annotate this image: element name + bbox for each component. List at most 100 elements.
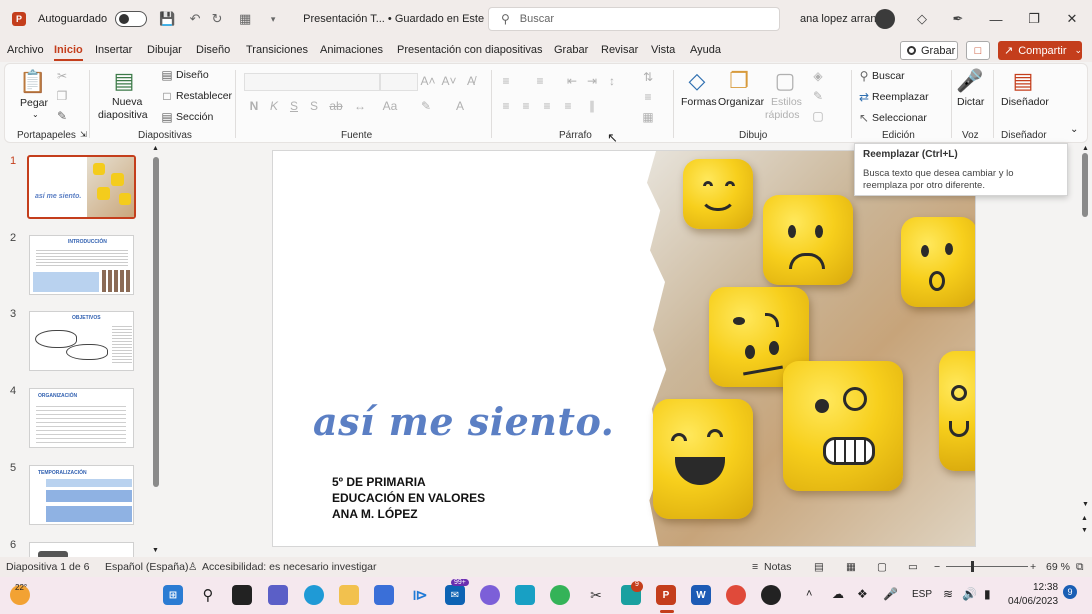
reset-label[interactable]: Restablecer <box>176 90 232 102</box>
thumbnail-slide-3[interactable]: OBJETIVOS <box>29 311 134 371</box>
decrease-indent-icon[interactable]: ⇤ <box>565 74 579 88</box>
layout-label[interactable]: Diseño <box>176 69 209 81</box>
microphone-icon[interactable]: 🎤 <box>956 67 984 95</box>
language-indicator[interactable]: Español (España) <box>105 561 188 573</box>
microphone-icon[interactable]: 🎤 <box>883 587 898 601</box>
normal-view-icon[interactable]: ▤ <box>814 561 824 573</box>
align-right-icon[interactable]: ≡ <box>540 99 554 113</box>
line-spacing-icon[interactable]: ↕ <box>605 74 619 88</box>
paste-icon[interactable]: 📋 <box>19 68 47 96</box>
thumbnail-slide-4[interactable]: ORGANIZACIÓN <box>29 388 134 448</box>
next-slide-icon[interactable]: ▼ <box>1081 527 1088 534</box>
accessibility-status[interactable]: Accesibilidad: es necesario investigar <box>202 561 377 573</box>
shadow-icon[interactable]: S <box>307 99 321 113</box>
format-painter-icon[interactable]: ✎ <box>55 109 69 123</box>
clock-date[interactable]: 04/06/2023 <box>1008 596 1058 607</box>
select-icon[interactable]: ↖ <box>857 111 871 125</box>
edge-icon[interactable] <box>304 585 324 605</box>
font-color-icon[interactable]: A <box>453 99 467 113</box>
chrome-icon[interactable] <box>726 585 746 605</box>
shapes-icon[interactable]: ◇ <box>683 67 711 95</box>
scroll-down-icon[interactable]: ▼ <box>152 547 159 554</box>
select-label[interactable]: Seleccionar <box>872 112 927 124</box>
zoom-out-icon[interactable]: − <box>934 561 940 573</box>
thumbnail-slide-6[interactable] <box>29 542 134 557</box>
zoom-in-icon[interactable]: + <box>1030 561 1036 573</box>
designer-label[interactable]: Diseñador <box>1001 96 1049 108</box>
scroll-up-icon[interactable]: ▲ <box>1082 145 1089 152</box>
underline-icon[interactable]: S <box>287 99 301 113</box>
thumbnail-slide-1[interactable]: así me siento. <box>27 155 136 219</box>
dropbox-icon[interactable]: ❖ <box>857 587 868 601</box>
justify-icon[interactable]: ≡ <box>561 99 575 113</box>
scroll-thumb[interactable] <box>153 157 159 487</box>
battery-icon[interactable]: ▮ <box>984 587 991 601</box>
align-center-icon[interactable]: ≡ <box>519 99 533 113</box>
tab-dibujar[interactable]: Dibujar <box>147 44 182 56</box>
new-slide-icon[interactable]: ▤ <box>110 67 138 95</box>
pen-icon[interactable]: ✒ <box>950 11 966 27</box>
layout-icon[interactable]: ▤ <box>161 68 173 82</box>
section-icon[interactable]: ▤ <box>161 110 173 124</box>
zoom-slider-thumb[interactable] <box>971 561 974 572</box>
slide-canvas[interactable]: así me siento. 5º DE PRIMARIA EDUCACIÓN … <box>272 150 976 547</box>
shape-fill-icon[interactable]: ◈ <box>811 69 825 83</box>
slide-scrollbar[interactable]: ▲ ▼ ▲ ▼ <box>1080 145 1090 557</box>
minimize-button[interactable]: — <box>986 9 1006 29</box>
strikethrough-icon[interactable]: ab <box>329 99 343 113</box>
accessibility-icon[interactable]: ♙ <box>188 561 197 573</box>
word-icon[interactable]: W <box>691 585 711 605</box>
avatar[interactable] <box>875 9 895 29</box>
grow-font-icon[interactable]: A˄ <box>421 74 436 88</box>
comments-button[interactable]: □ <box>966 41 990 60</box>
scroll-up-icon[interactable]: ▲ <box>152 145 159 152</box>
slideshow-icon[interactable]: ▭ <box>908 561 918 573</box>
cloud-icon[interactable]: ☁ <box>832 587 844 601</box>
tab-grabar[interactable]: Grabar <box>554 44 588 56</box>
arrange-label[interactable]: Organizar <box>718 96 764 108</box>
present-from-start-icon[interactable]: ▦ <box>237 11 253 27</box>
copilot-icon[interactable] <box>480 585 500 605</box>
app-icon[interactable] <box>761 585 781 605</box>
bullets-icon[interactable]: ≡ <box>499 74 513 88</box>
save-icon[interactable]: 💾 <box>159 11 175 27</box>
notes-button[interactable]: Notas <box>764 561 791 573</box>
shape-outline-icon[interactable]: ✎ <box>811 89 825 103</box>
bold-icon[interactable]: N <box>247 99 261 113</box>
section-label[interactable]: Sección <box>176 111 213 123</box>
tab-archivo[interactable]: Archivo <box>7 44 44 56</box>
numbering-icon[interactable]: ≡ <box>533 74 547 88</box>
tab-inicio[interactable]: Inicio <box>54 44 83 61</box>
collapse-ribbon-icon[interactable]: ⌄ <box>1070 124 1078 135</box>
scroll-thumb[interactable] <box>1082 153 1088 217</box>
arrange-icon[interactable]: ❐ <box>725 67 753 95</box>
store-icon[interactable] <box>374 585 394 605</box>
text-direction-icon[interactable]: ⇅ <box>641 70 655 84</box>
zoom-level[interactable]: 69 % <box>1046 561 1070 573</box>
wifi-icon[interactable]: ≋ <box>943 587 953 601</box>
volume-icon[interactable]: 🔊 <box>962 587 977 601</box>
reset-icon[interactable]: □ <box>161 89 173 103</box>
scroll-down-icon[interactable]: ▼ <box>1082 501 1089 508</box>
tab-animaciones[interactable]: Animaciones <box>320 44 383 56</box>
font-family-select[interactable] <box>244 73 380 91</box>
keyboard-language[interactable]: ESP <box>912 589 932 600</box>
cut-icon[interactable]: ✂ <box>55 69 69 83</box>
thumbnail-scrollbar[interactable]: ▲ ▼ <box>152 145 160 557</box>
new-slide-label-1[interactable]: Nueva <box>112 96 142 108</box>
align-text-icon[interactable]: ≡ <box>641 90 655 104</box>
document-title[interactable]: Presentación T... • Guardado en Este PC <box>303 13 502 25</box>
diamond-icon[interactable]: ◇ <box>914 11 930 27</box>
tab-presentacion[interactable]: Presentación con diapositivas <box>397 44 543 56</box>
task-view-icon[interactable] <box>232 585 252 605</box>
replace-icon[interactable]: ⇄ <box>857 90 871 104</box>
remote-desktop-icon[interactable] <box>515 585 535 605</box>
zoom-slider[interactable] <box>946 566 1028 567</box>
columns-icon[interactable]: ∥ <box>585 99 599 113</box>
powerpoint-taskbar-icon[interactable]: P <box>656 585 676 605</box>
record-button[interactable]: Grabar <box>900 41 958 60</box>
slide-title[interactable]: así me siento. <box>313 399 614 444</box>
reading-view-icon[interactable]: ▢ <box>877 561 887 573</box>
undo-icon[interactable]: ↶ <box>187 11 203 27</box>
slide-sorter-icon[interactable]: ▦ <box>846 561 856 573</box>
